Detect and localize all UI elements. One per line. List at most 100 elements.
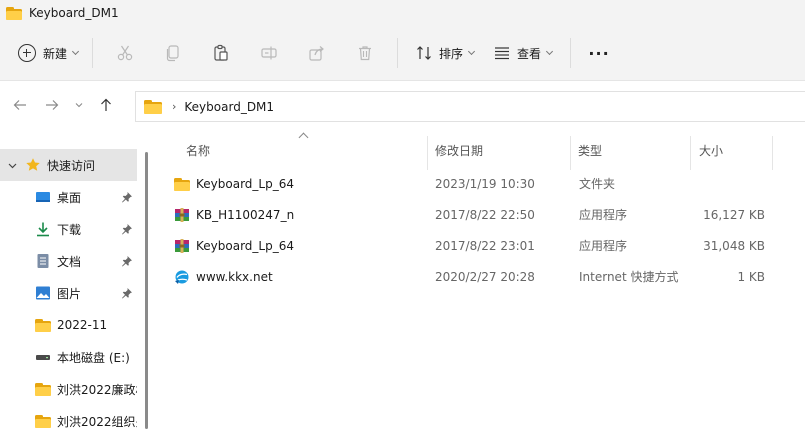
sidebar-item-label: 图片 bbox=[57, 286, 82, 301]
recent-locations-button[interactable] bbox=[68, 89, 90, 121]
sidebar-item-documents[interactable]: 文档 bbox=[0, 245, 137, 277]
sort-button[interactable]: 排序 bbox=[406, 37, 484, 69]
folder-icon bbox=[35, 381, 51, 397]
scissors-icon bbox=[117, 45, 133, 61]
column-divider[interactable] bbox=[690, 136, 691, 170]
file-size: 31,048 KB bbox=[703, 238, 765, 253]
rename-icon bbox=[261, 46, 277, 60]
file-name[interactable]: KB_H1100247_n bbox=[196, 208, 294, 222]
file-date: 2017/8/22 23:01 bbox=[435, 238, 535, 253]
picture-icon bbox=[36, 286, 50, 300]
view-button[interactable]: 查看 bbox=[484, 37, 562, 69]
file-row[interactable]: Keyboard_Lp_64 2023/1/19 10:30 文件夹 bbox=[150, 168, 805, 199]
folder-icon bbox=[144, 99, 162, 114]
desktop-icon bbox=[36, 192, 50, 202]
file-type: 应用程序 bbox=[579, 239, 628, 253]
sort-icon bbox=[417, 46, 431, 60]
file-list: 名称 修改日期 类型 大小 Keyboard_Lp_64 2023/1/19 1… bbox=[150, 128, 805, 429]
back-button[interactable] bbox=[4, 89, 36, 121]
pin-icon bbox=[122, 256, 132, 267]
column-header-name[interactable]: 名称 bbox=[186, 128, 426, 172]
chevron-down-icon bbox=[467, 47, 476, 56]
sidebar-item-folder-2022-11[interactable]: 2022-11 bbox=[0, 309, 137, 341]
sort-button-label: 排序 bbox=[439, 46, 464, 61]
copy-button[interactable] bbox=[149, 37, 197, 69]
star-icon bbox=[26, 158, 40, 171]
pin-icon bbox=[122, 192, 132, 203]
sidebar-item-label: 快速访问 bbox=[47, 158, 96, 173]
sidebar-item-label: 文档 bbox=[57, 254, 82, 269]
column-divider[interactable] bbox=[772, 136, 773, 170]
share-icon bbox=[309, 46, 324, 61]
file-date: 2023/1/19 10:30 bbox=[435, 176, 535, 191]
window-title: Keyboard_DM1 bbox=[29, 6, 119, 20]
sidebar-item-label: 下载 bbox=[57, 222, 82, 237]
sidebar-item-pictures[interactable]: 图片 bbox=[0, 277, 137, 309]
file-size bbox=[690, 168, 765, 199]
new-button[interactable]: 新建 bbox=[14, 37, 84, 69]
file-name[interactable]: Keyboard_Lp_64 bbox=[196, 239, 294, 253]
command-bar: 新建 排序 查看 ··· bbox=[0, 26, 805, 81]
file-row[interactable]: Keyboard_Lp_64 2017/8/22 23:01 应用程序 31,0… bbox=[150, 230, 805, 261]
pin-icon bbox=[122, 224, 132, 235]
chevron-down-icon bbox=[546, 47, 554, 56]
sidebar-item-desktop[interactable]: 桌面 bbox=[0, 181, 137, 213]
address-bar[interactable]: › Keyboard_DM1 bbox=[135, 91, 805, 122]
folder-icon bbox=[35, 317, 51, 333]
sidebar-item-label: 2022-11 bbox=[57, 318, 108, 332]
file-size: 16,127 KB bbox=[703, 207, 765, 222]
share-button[interactable] bbox=[293, 37, 341, 69]
installer-icon bbox=[175, 238, 189, 253]
file-row[interactable]: www.kkx.net 2020/2/27 20:28 Internet 快捷方… bbox=[150, 261, 805, 292]
forward-button[interactable] bbox=[36, 89, 68, 121]
paste-button[interactable] bbox=[197, 37, 245, 69]
file-type: Internet 快捷方式 bbox=[579, 270, 679, 284]
sidebar-item-drive-e[interactable]: 本地磁盘 (E:) bbox=[0, 341, 137, 373]
sidebar-scrollbar[interactable] bbox=[145, 152, 148, 429]
file-type: 应用程序 bbox=[579, 208, 628, 222]
copy-icon bbox=[166, 45, 179, 62]
drive-icon bbox=[36, 355, 50, 360]
file-name[interactable]: www.kkx.net bbox=[196, 270, 273, 284]
download-icon bbox=[37, 222, 49, 237]
folder-icon bbox=[6, 6, 22, 20]
file-date: 2020/2/27 20:28 bbox=[435, 269, 535, 284]
column-header-type[interactable]: 类型 bbox=[578, 128, 688, 172]
toolbar-divider bbox=[570, 38, 572, 68]
toolbar-divider bbox=[397, 38, 399, 68]
clipboard-icon bbox=[214, 44, 228, 61]
arrow-left-icon bbox=[13, 100, 26, 110]
sidebar-item-label: 桌面 bbox=[57, 190, 82, 205]
title-bar: Keyboard_DM1 bbox=[0, 0, 805, 26]
sidebar-item-folder-liuhong-2[interactable]: 刘洪2022组织关 bbox=[0, 405, 137, 437]
sidebar-item-label: 刘洪2022组织关 bbox=[57, 414, 137, 429]
chevron-down-icon bbox=[71, 47, 80, 56]
sidebar-item-folder-liuhong-1[interactable]: 刘洪2022廉政材 bbox=[0, 373, 137, 405]
sidebar-item-quick-access[interactable]: 快速访问 bbox=[0, 149, 137, 181]
column-divider[interactable] bbox=[570, 136, 571, 170]
file-date: 2017/8/22 22:50 bbox=[435, 207, 535, 222]
internet-shortcut-icon bbox=[175, 270, 189, 284]
sidebar-item-downloads[interactable]: 下载 bbox=[0, 213, 137, 245]
toolbar-divider bbox=[92, 38, 94, 68]
folder-icon bbox=[35, 413, 51, 429]
arrow-up-icon bbox=[101, 98, 111, 111]
breadcrumb-item[interactable]: Keyboard_DM1 bbox=[184, 100, 274, 114]
view-list-icon bbox=[495, 47, 510, 60]
sidebar-item-label: 刘洪2022廉政材 bbox=[57, 382, 137, 397]
sidebar-item-label: 本地磁盘 (E:) bbox=[57, 350, 130, 365]
rename-button[interactable] bbox=[245, 37, 293, 69]
document-icon bbox=[37, 254, 49, 268]
file-row[interactable]: KB_H1100247_n 2017/8/22 22:50 应用程序 16,12… bbox=[150, 199, 805, 230]
cut-button[interactable] bbox=[101, 37, 149, 69]
column-header-date[interactable]: 修改日期 bbox=[435, 128, 570, 172]
file-name[interactable]: Keyboard_Lp_64 bbox=[196, 177, 294, 191]
column-header-size[interactable]: 大小 bbox=[699, 128, 769, 172]
file-type: 文件夹 bbox=[579, 177, 616, 191]
delete-button[interactable] bbox=[341, 37, 389, 69]
column-divider[interactable] bbox=[427, 136, 428, 170]
trash-icon bbox=[359, 46, 372, 61]
more-options-button[interactable]: ··· bbox=[579, 37, 619, 69]
up-button[interactable] bbox=[90, 89, 122, 121]
breadcrumb-separator-icon: › bbox=[172, 100, 177, 113]
